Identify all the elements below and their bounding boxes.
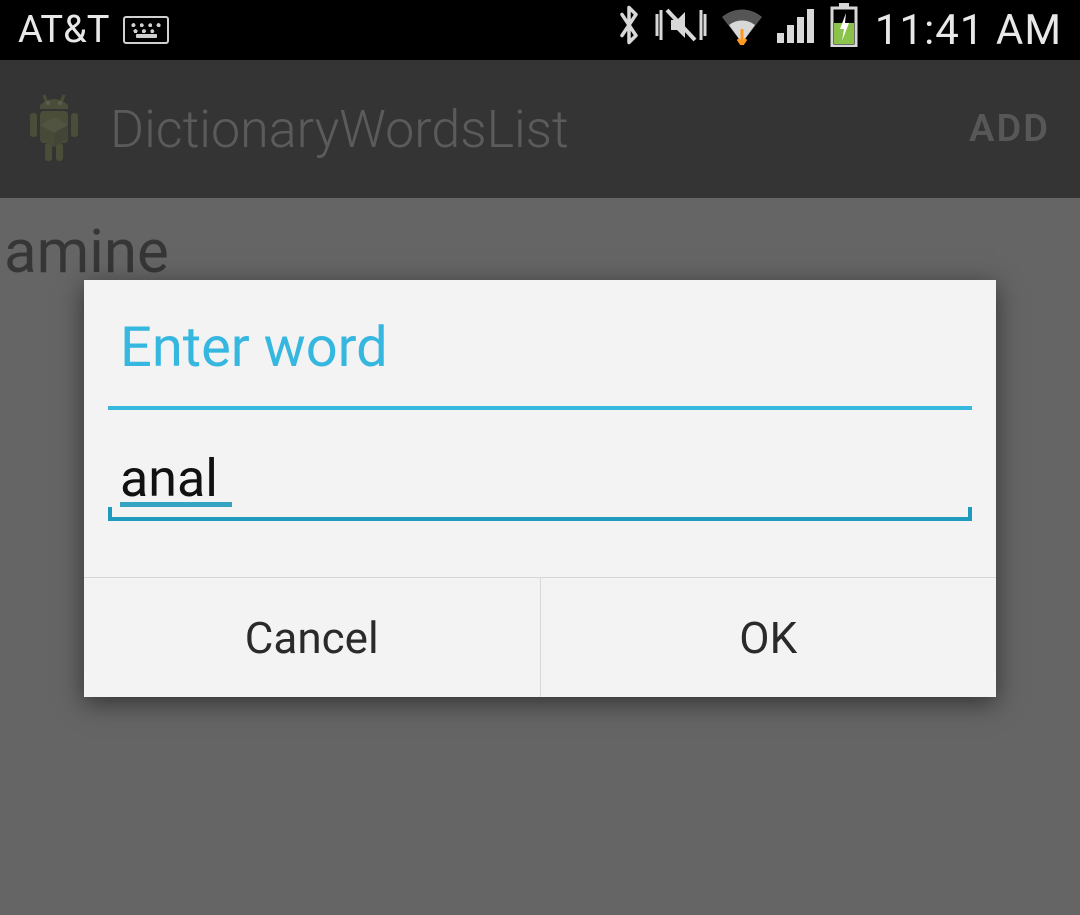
ok-button[interactable]: OK <box>540 578 997 697</box>
enter-word-dialog: Enter word Cancel OK <box>84 280 996 697</box>
dialog-body <box>84 410 996 577</box>
dialog-button-bar: Cancel OK <box>84 577 996 697</box>
carrier-label: AT&T <box>18 8 109 52</box>
cancel-button[interactable]: Cancel <box>84 578 540 697</box>
status-right: 11:41 AM <box>615 3 1062 57</box>
bluetooth-icon <box>615 4 643 56</box>
keyboard-icon <box>123 16 169 44</box>
clock-label: 11:41 AM <box>875 6 1062 55</box>
input-underline <box>108 507 972 521</box>
vibrate-silent-icon <box>653 4 709 56</box>
dialog-title: Enter word <box>84 280 996 406</box>
battery-charging-icon <box>829 3 859 57</box>
status-bar: AT&T <box>0 0 1080 60</box>
word-input[interactable] <box>118 444 962 513</box>
cell-signal-icon <box>775 5 819 55</box>
word-input-wrap[interactable] <box>108 444 972 521</box>
status-left: AT&T <box>18 8 169 52</box>
wifi-icon <box>719 5 765 55</box>
